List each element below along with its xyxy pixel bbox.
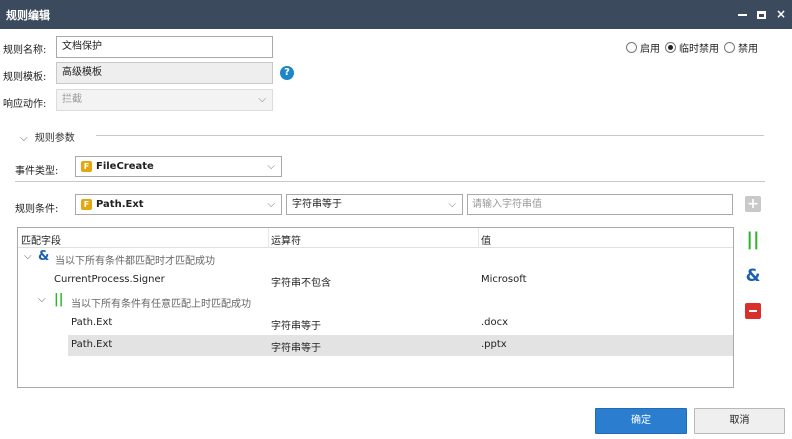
response-action-label: 响应动作:	[3, 99, 47, 110]
or-logic-icon: ||	[54, 292, 64, 307]
row-value: .pptx	[481, 339, 507, 350]
chevron-down-icon: ⌵	[258, 94, 266, 105]
radio-selected-icon	[665, 42, 676, 53]
maximize-icon	[756, 10, 766, 19]
window-title: 规则编辑	[6, 9, 50, 22]
and-group-button[interactable]: &	[745, 268, 761, 285]
event-type-value: FileCreate	[96, 161, 154, 172]
chevron-down-icon: ⌵	[20, 133, 28, 144]
status-temp-disable[interactable]: 临时禁用	[665, 40, 719, 55]
close-button[interactable]: ×	[771, 4, 791, 24]
group-description: 当以下所有条件有任意匹配上时匹配成功	[71, 299, 251, 310]
status-enable[interactable]: 启用	[626, 40, 660, 55]
condition-value-input[interactable]: 请输入字符串值	[467, 194, 733, 215]
or-group-button[interactable]: ||	[745, 231, 761, 249]
status-enable-label: 启用	[640, 44, 660, 55]
section-divider	[96, 135, 764, 136]
add-condition-button[interactable]: +	[745, 196, 761, 212]
condition-field-select[interactable]: F Path.Ext ⌵	[75, 194, 282, 215]
table-row-selected[interactable]: Path.Ext 字符串等于 .pptx	[68, 335, 733, 356]
table-row[interactable]: Path.Ext 字符串等于 .docx	[18, 313, 733, 334]
response-action-value: 拦截	[62, 94, 82, 105]
column-divider	[268, 228, 269, 248]
radio-icon	[626, 42, 637, 53]
table-row[interactable]: CurrentProcess.Signer 字符串不包含 Microsoft	[18, 270, 733, 291]
column-header-operator[interactable]: 运算符	[271, 232, 301, 247]
condition-field-value: Path.Ext	[96, 199, 144, 210]
rule-template-field: 高级模板	[56, 62, 273, 84]
row-operator: 字符串等于	[271, 343, 321, 354]
title-bar: 规则编辑 ×	[0, 0, 792, 29]
condition-operator-select[interactable]: 字符串等于 ⌵	[286, 194, 463, 215]
minimize-icon	[737, 13, 747, 16]
help-icon[interactable]: ?	[280, 66, 294, 80]
maximize-button[interactable]	[751, 4, 771, 24]
rule-params-label: 规则参数	[34, 133, 75, 144]
row-value: Microsoft	[481, 274, 527, 285]
rule-name-label: 规则名称:	[3, 45, 47, 56]
status-radio-group: 启用 临时禁用 禁用	[626, 40, 763, 55]
status-temp-disable-label: 临时禁用	[679, 44, 719, 55]
delete-button[interactable]	[745, 303, 761, 319]
chevron-down-icon: ⌵	[267, 161, 275, 172]
column-header-value[interactable]: 值	[481, 232, 491, 247]
row-field: CurrentProcess.Signer	[54, 274, 165, 285]
rule-condition-label: 规则条件:	[15, 204, 59, 215]
file-event-icon: F	[81, 160, 92, 172]
column-header-field[interactable]: 匹配字段	[21, 232, 61, 247]
chevron-down-icon: ⌵	[448, 199, 456, 210]
rule-template-label: 规则模板:	[3, 72, 47, 83]
event-type-select[interactable]: F FileCreate ⌵	[75, 156, 282, 177]
minimize-button[interactable]	[732, 4, 752, 24]
status-disable[interactable]: 禁用	[724, 40, 758, 55]
table-row-or-group[interactable]: ⌵ || 当以下所有条件有任意匹配上时匹配成功	[18, 291, 733, 312]
divider	[15, 181, 765, 182]
and-logic-icon: &	[38, 249, 50, 264]
file-event-icon: F	[81, 198, 92, 210]
chevron-down-icon[interactable]: ⌵	[24, 251, 32, 262]
status-disable-label: 禁用	[738, 44, 758, 55]
response-action-select: 拦截 ⌵	[56, 89, 273, 111]
condition-operator-value: 字符串等于	[292, 199, 342, 210]
cancel-button[interactable]: 取消	[694, 408, 785, 434]
table-row-and-group[interactable]: ⌵ & 当以下所有条件都匹配时才匹配成功	[18, 248, 733, 269]
chevron-down-icon: ⌵	[267, 199, 275, 210]
radio-icon	[724, 42, 735, 53]
chevron-down-icon[interactable]: ⌵	[38, 294, 46, 305]
group-description: 当以下所有条件都匹配时才匹配成功	[55, 256, 215, 267]
close-icon: ×	[775, 7, 787, 21]
row-field: Path.Ext	[71, 339, 113, 350]
ok-button[interactable]: 确定	[595, 408, 687, 434]
row-value: .docx	[481, 317, 509, 328]
table-header: 匹配字段 运算符 值	[18, 228, 733, 248]
event-type-label: 事件类型:	[15, 166, 59, 177]
row-operator: 字符串不包含	[271, 278, 331, 289]
row-field: Path.Ext	[71, 317, 113, 328]
rule-params-section[interactable]: ⌵ 规则参数	[20, 129, 75, 144]
column-divider	[478, 228, 479, 248]
conditions-table: 匹配字段 运算符 值 ⌵ & 当以下所有条件都匹配时才匹配成功 CurrentP…	[17, 227, 734, 388]
row-operator: 字符串等于	[271, 321, 321, 332]
rule-name-input[interactable]: 文档保护	[56, 36, 273, 58]
